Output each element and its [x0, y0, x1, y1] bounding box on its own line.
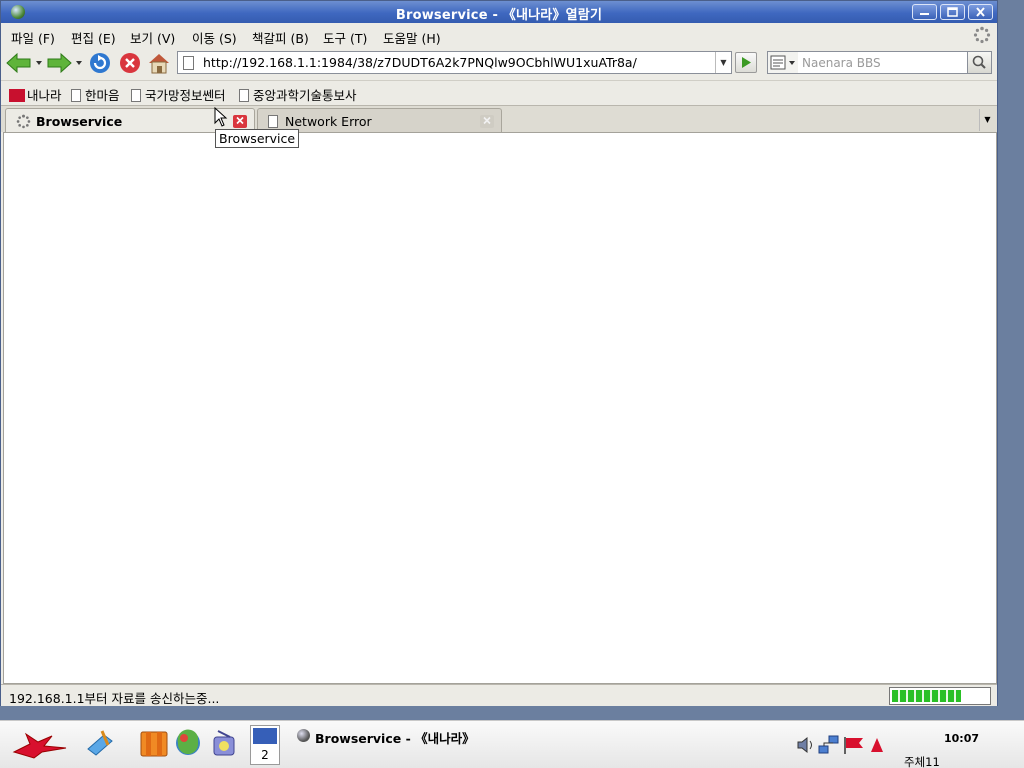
media-player-icon[interactable] [208, 727, 240, 759]
bookmark-national-network-center[interactable]: 국가망정보쎈터 [131, 85, 226, 104]
bookmark-naenara[interactable]: 내나라 [9, 85, 62, 104]
search-engine-selector[interactable] [767, 51, 799, 74]
page-icon [71, 89, 81, 102]
close-icon [976, 7, 985, 17]
progress-fill [892, 690, 962, 702]
update-notifier-icon[interactable] [870, 737, 884, 753]
file-manager-icon[interactable] [138, 727, 170, 759]
bookmark-label: 국가망정보쎈터 [145, 88, 226, 103]
minimize-icon [920, 13, 929, 15]
minimize-button[interactable] [912, 4, 937, 20]
search-input[interactable]: Naenara BBS [798, 51, 968, 74]
page-icon [183, 56, 194, 70]
tab-bar: Browservice Network Error ▼ [1, 105, 997, 133]
page-icon [239, 89, 249, 102]
close-icon [483, 116, 491, 125]
menu-view[interactable]: 보기 (V) [130, 28, 175, 47]
clock[interactable]: 10:07 [944, 732, 979, 745]
window-title: Browservice - 《내나라》열람기 [395, 8, 603, 23]
tab-list-dropdown[interactable]: ▼ [979, 109, 995, 131]
home-button[interactable] [146, 51, 172, 75]
task-label: Browservice - 《내나라》 [315, 731, 475, 746]
workspace-2[interactable]: 2 [251, 748, 279, 762]
taskbar: 2 Browservice - 《내나라》 10:07 주체11 [0, 720, 1024, 768]
url-history-dropdown[interactable]: ▼ [715, 52, 731, 73]
url-text[interactable]: http://192.168.1.1:1984/38/z7DUDT6A2k7PN… [203, 55, 637, 70]
browser-window: Browservice - 《내나라》열람기 파일 (F) 편집 (E) 보기 … [0, 0, 998, 706]
bookmark-central-science-news[interactable]: 중앙과학기술통보사 [239, 85, 357, 104]
page-icon [131, 89, 141, 102]
mouse-pointer-icon [214, 107, 228, 127]
stop-button[interactable] [117, 51, 143, 75]
keyboard-layout-flag-icon[interactable] [843, 735, 865, 755]
web-browser-icon[interactable] [174, 727, 202, 759]
loading-progress-bar [889, 687, 991, 705]
search-placeholder: Naenara BBS [802, 56, 881, 70]
menu-bar: 파일 (F) 편집 (E) 보기 (V) 이동 (S) 책갈피 (B) 도구 (… [1, 23, 997, 48]
start-menu-star-icon[interactable] [8, 729, 70, 761]
menu-file[interactable]: 파일 (F) [11, 28, 55, 47]
tab-label: Browservice [36, 114, 123, 129]
reload-button[interactable] [87, 51, 113, 75]
bookmark-hanmaeum[interactable]: 한마음 [71, 85, 120, 104]
menu-bookmarks[interactable]: 책갈피 (B) [252, 28, 309, 47]
title-bar[interactable]: Browservice - 《내나라》열람기 [1, 1, 997, 23]
loading-spinner-icon [16, 114, 31, 129]
taskbar-window-browservice[interactable]: Browservice - 《내나라》 [296, 725, 486, 749]
throbber-icon [973, 26, 991, 44]
menu-go[interactable]: 이동 (S) [192, 28, 237, 47]
close-window-button[interactable] [968, 4, 993, 20]
go-arrow-icon [742, 57, 751, 68]
page-content[interactable] [3, 132, 997, 684]
menu-help[interactable]: 도움말 (H) [383, 28, 441, 47]
text-editor-icon[interactable] [84, 727, 116, 759]
workspace-switcher[interactable]: 2 [250, 725, 280, 765]
workspace-1[interactable] [253, 728, 277, 744]
tab-tooltip: Browservice [215, 129, 300, 148]
status-bar: 192.168.1.1부터 자료를 송신하는중... [1, 684, 997, 706]
bookmark-label: 중앙과학기술통보사 [253, 88, 357, 103]
navigation-toolbar: http://192.168.1.1:1984/38/z7DUDT6A2k7PN… [1, 48, 997, 78]
forward-button[interactable] [45, 51, 85, 75]
status-text: 192.168.1.1부터 자료를 송신하는중... [9, 691, 220, 706]
menu-tools[interactable]: 도구 (T) [323, 28, 367, 47]
system-tray [796, 733, 886, 757]
go-button[interactable] [735, 52, 757, 73]
maximize-button[interactable] [940, 4, 965, 20]
tab-close-button[interactable] [480, 115, 494, 128]
bookmark-label: 한마음 [85, 88, 120, 103]
browser-globe-icon [297, 729, 310, 742]
network-icon[interactable] [818, 734, 840, 756]
search-button[interactable] [967, 51, 992, 74]
url-bar[interactable]: http://192.168.1.1:1984/38/z7DUDT6A2k7PN… [177, 51, 732, 74]
tab-close-button[interactable] [233, 115, 247, 128]
bookmark-label: 내나라 [27, 88, 62, 103]
naenara-logo-icon [9, 89, 25, 102]
back-button[interactable] [5, 51, 43, 75]
magnifier-icon [972, 55, 986, 69]
maximize-icon [947, 7, 958, 17]
tab-label: Network Error [285, 114, 372, 129]
close-icon [236, 116, 244, 125]
search-engine-icon [770, 55, 795, 70]
volume-icon[interactable] [796, 735, 816, 755]
bookmarks-toolbar: 내나라 한마음 국가망정보쎈터 중앙과학기술통보사 [1, 80, 997, 104]
page-icon [268, 115, 278, 128]
date-label: 주체11 [904, 755, 940, 768]
menu-edit[interactable]: 편집 (E) [71, 28, 116, 47]
